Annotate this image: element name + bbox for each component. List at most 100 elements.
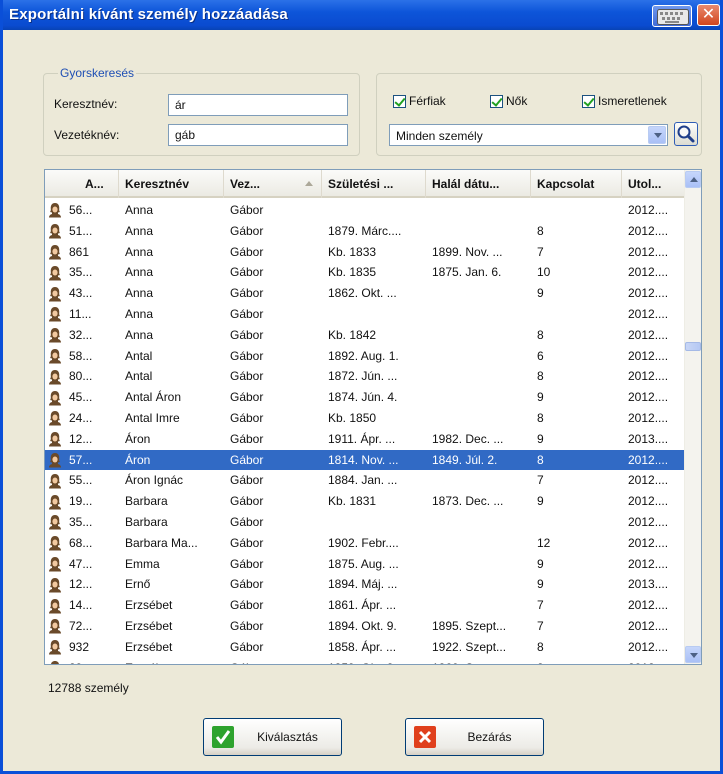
close-button[interactable]: Bezárás <box>405 718 544 756</box>
chevron-down-icon[interactable] <box>648 126 666 144</box>
scope-select[interactable]: Minden személy <box>389 124 668 146</box>
table-row[interactable]: 47... Emma Gábor 1875. Aug. ... 9 2012.... <box>45 554 685 575</box>
unknown-checkbox-label: Ismeretlenek <box>598 94 667 108</box>
cell-death <box>426 366 531 387</box>
window-close-button[interactable]: ✕ <box>697 4 720 26</box>
column-header-last-modified[interactable]: Utol... <box>622 170 685 198</box>
cell-first-name: Ernő <box>125 577 151 592</box>
unknown-checkbox[interactable]: Ismeretlenek <box>582 94 667 108</box>
female-person-icon <box>47 512 63 533</box>
table-row[interactable]: 32... Anna Gábor Kb. 1842 8 2012.... <box>45 325 685 346</box>
first-name-input[interactable]: ár <box>168 94 348 116</box>
cell-last-modified: 2012.... <box>628 598 669 613</box>
table-row[interactable]: 72... Erzsébet Gábor 1894. Okt. 9. 1895. Sze… <box>45 616 685 637</box>
search-button[interactable] <box>674 122 698 146</box>
female-person-icon <box>47 533 63 554</box>
table-row[interactable]: 55... Áron Ignác Gábor 1884. Jan. ... 7 2012.… <box>45 470 685 491</box>
cell-id: 35... <box>69 514 93 529</box>
table-row[interactable]: 932 Erzsébet Gábor 1858. Ápr. ... 1922. Szep… <box>45 637 685 658</box>
female-person-icon <box>47 346 63 367</box>
cell-birth: 1814. Nov. ... <box>328 452 399 467</box>
cell-first-name: Anna <box>125 244 154 259</box>
scroll-up-button[interactable] <box>685 171 701 188</box>
female-checkbox[interactable]: Nők <box>490 94 527 108</box>
cell-relation: 9 <box>537 577 544 592</box>
scroll-thumb[interactable] <box>685 342 701 351</box>
cell-relation: 6 <box>537 348 544 363</box>
table-row[interactable]: 35... Barbara Gábor 2012.... <box>45 512 685 533</box>
person-table[interactable]: A... Keresztnév Vez... Születési ... Hal… <box>44 169 702 665</box>
cell-id: 12... <box>69 431 93 446</box>
cell-death <box>426 554 531 575</box>
vertical-scrollbar[interactable] <box>684 170 701 664</box>
table-row[interactable]: 58... Antal Gábor 1892. Aug. 1. 6 2012.... <box>45 346 685 367</box>
cell-birth: 1858. Ápr. ... <box>328 639 397 654</box>
cell-id: 56... <box>69 203 93 217</box>
column-header-relation[interactable]: Kapcsolat <box>531 170 622 198</box>
cell-id: 68... <box>69 535 93 550</box>
cell-birth: 1892. Aug. 1. <box>328 348 399 363</box>
cell-birth: 1902. Febr.... <box>328 535 399 550</box>
cell-last-name: Gábor <box>230 431 264 446</box>
column-header-first-name[interactable]: Keresztnév <box>119 170 224 198</box>
cell-birth: 1874. Jún. 4. <box>328 390 398 405</box>
column-header-birth[interactable]: Születési ... <box>322 170 426 198</box>
select-button[interactable]: Kiválasztás <box>203 718 342 756</box>
cell-relation: 8 <box>537 327 544 342</box>
table-row[interactable]: 24... Antal Imre Gábor Kb. 1850 8 2012.... <box>45 408 685 429</box>
table-row[interactable]: 51... Anna Gábor 1879. Márc.... 8 2012.... <box>45 221 685 242</box>
cell-death <box>426 574 531 595</box>
cell-id: 24... <box>69 410 93 425</box>
female-person-icon <box>47 574 63 595</box>
table-row[interactable]: 12... Áron Gábor 1911. Ápr. ... 1982. Dec. .… <box>45 429 685 450</box>
table-row[interactable]: 29...ErzsébetGábor1859. Okt. 8.1860. Sze… <box>45 658 685 664</box>
cell-birth: 1879. Márc.... <box>328 223 402 238</box>
table-row[interactable]: 19... Barbara Gábor Kb. 1831 1873. Dec. ... 9… <box>45 491 685 512</box>
table-row[interactable]: 35... Anna Gábor Kb. 1835 1875. Jan. 6. 10 201… <box>45 262 685 283</box>
cell-relation: 7 <box>537 473 544 488</box>
cell-death: 1982. Dec. ... <box>432 431 504 446</box>
female-person-icon <box>47 616 63 637</box>
cell-first-name: Áron <box>125 452 151 467</box>
table-row[interactable]: 12... Ernő Gábor 1894. Máj. ... 9 2013.... <box>45 574 685 595</box>
last-name-input[interactable]: gáb <box>168 124 348 146</box>
cell-last-name: Gábor <box>230 327 264 342</box>
title-bar[interactable]: Exportálni kívánt személy hozzáadása ✕ <box>3 0 720 30</box>
table-row[interactable]: 43... Anna Gábor 1862. Okt. ... 9 2012.... <box>45 283 685 304</box>
female-person-icon <box>47 200 63 221</box>
column-header-death[interactable]: Halál dátu... <box>426 170 531 198</box>
cell-first-name: Erzsébet <box>119 658 224 664</box>
female-person-icon <box>47 408 63 429</box>
cell-birth: Kb. 1833 <box>328 244 377 259</box>
cell-id: 11... <box>69 306 92 321</box>
table-row[interactable]: 11... Anna Gábor 2012.... <box>45 304 685 325</box>
cell-death <box>426 470 531 491</box>
cell-relation: 8 <box>537 452 544 467</box>
cell-last-name: Gábor <box>230 618 264 633</box>
male-checkbox[interactable]: Férfiak <box>393 94 446 108</box>
female-person-icon <box>47 658 63 664</box>
keyboard-button[interactable] <box>652 5 692 27</box>
cell-first-name: Barbara <box>125 514 168 529</box>
cell-death <box>426 346 531 367</box>
cell-last-modified: 2012.... <box>628 618 669 633</box>
table-row[interactable]: 56... Anna Gábor 2012.... <box>45 200 685 221</box>
sort-ascending-icon <box>305 181 313 186</box>
cell-relation: 9 <box>537 556 544 571</box>
cell-relation <box>531 200 622 221</box>
table-row[interactable]: 45... Antal Áron Gábor 1874. Jún. 4. 9 2012..… <box>45 387 685 408</box>
table-row[interactable]: 14... Erzsébet Gábor 1861. Ápr. ... 7 2012...… <box>45 595 685 616</box>
cell-death <box>426 221 531 242</box>
column-header-id[interactable]: A... <box>45 170 119 198</box>
column-header-last-name[interactable]: Vez... <box>224 170 322 198</box>
table-row[interactable]: 861 Anna Gábor Kb. 1833 1899. Nov. ... 7 2012.… <box>45 242 685 263</box>
table-row[interactable]: 80... Antal Gábor 1872. Jún. ... 8 2012.... <box>45 366 685 387</box>
scroll-down-button[interactable] <box>685 646 701 663</box>
cell-last-name: Gábor <box>230 369 264 384</box>
table-row[interactable]: 68... Barbara Ma... Gábor 1902. Febr.... 12 2… <box>45 533 685 554</box>
female-person-icon <box>47 304 63 325</box>
dialog-window: Exportálni kívánt személy hozzáadása ✕ G… <box>0 0 723 774</box>
cell-id: 45... <box>69 390 93 405</box>
table-row[interactable]: 57... Áron Gábor 1814. Nov. ... 1849. Júl. 2… <box>45 449 685 471</box>
cell-id: 43... <box>69 286 93 301</box>
